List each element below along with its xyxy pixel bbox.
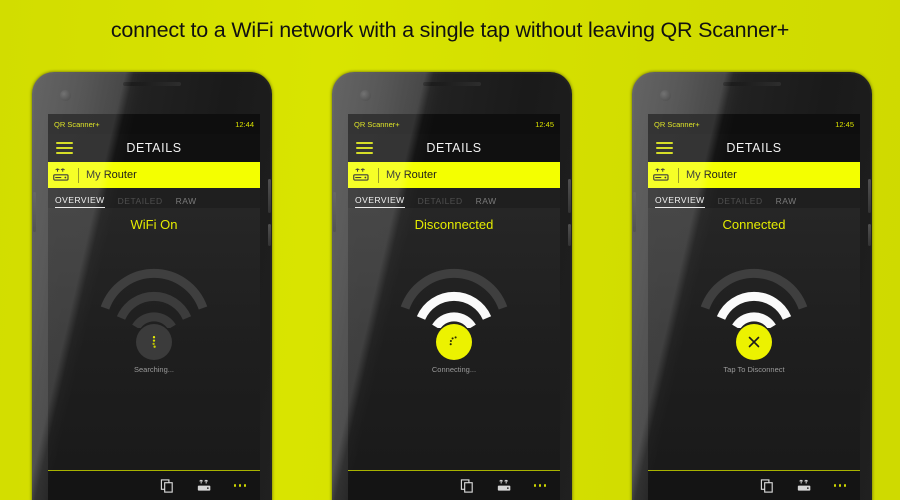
front-camera-icon	[60, 90, 71, 101]
connection-status-text: Disconnected	[414, 217, 494, 232]
clock-label: 12:45	[535, 119, 554, 129]
side-button-left[interactable]	[33, 192, 36, 232]
wifi-arcs-icon	[400, 268, 508, 328]
ssid-label: My Router	[686, 169, 737, 181]
phone-screen-1: QR Scanner+ 12:44 DETAILS My Router OVER…	[48, 114, 260, 500]
earpiece-speaker	[723, 82, 781, 86]
status-bar: QR Scanner+ 12:44	[48, 114, 260, 134]
overview-content: WiFi On Searching...	[48, 208, 260, 470]
ssid-label: My Router	[86, 169, 137, 181]
phone-mockup-2: QR Scanner+ 12:45 DETAILS My Router OVER…	[332, 72, 572, 500]
power-button[interactable]	[268, 224, 271, 246]
spinner-icon	[152, 336, 156, 348]
wifi-arcs-icon	[100, 268, 208, 328]
ssid-bar[interactable]: My Router	[348, 162, 560, 188]
tab-bar: OVERVIEW DETAILED RAW	[348, 188, 560, 208]
spinner-icon	[449, 336, 457, 346]
more-ellipsis-icon[interactable]	[233, 484, 246, 487]
more-ellipsis-icon[interactable]	[533, 484, 546, 487]
side-button-left[interactable]	[333, 192, 336, 232]
tab-raw[interactable]: RAW	[776, 196, 797, 208]
connection-status-text: Connected	[722, 217, 786, 232]
volume-button[interactable]	[868, 179, 871, 213]
action-label: Searching...	[133, 365, 175, 374]
tab-detailed[interactable]: DETAILED	[418, 196, 463, 208]
tab-raw[interactable]: RAW	[176, 196, 197, 208]
volume-button[interactable]	[268, 179, 271, 213]
power-button[interactable]	[868, 224, 871, 246]
overview-content: Disconnected Connecting...	[348, 208, 560, 470]
connection-status-text: WiFi On	[130, 217, 178, 232]
search-spinner-button[interactable]	[136, 324, 172, 360]
ssid-bar[interactable]: My Router	[648, 162, 860, 188]
title-bar: DETAILS	[348, 134, 560, 162]
side-button-left[interactable]	[633, 192, 636, 232]
volume-button[interactable]	[568, 179, 571, 213]
tab-bar: OVERVIEW DETAILED RAW	[48, 188, 260, 208]
close-x-icon	[748, 336, 760, 348]
ssid-divider	[78, 167, 79, 183]
ssid-divider	[678, 167, 679, 183]
app-bar	[648, 470, 860, 500]
router-icon	[353, 167, 369, 181]
app-bar	[348, 470, 560, 500]
phone-screen-2: QR Scanner+ 12:45 DETAILS My Router OVER…	[348, 114, 560, 500]
phone-body: QR Scanner+ 12:45 DETAILS My Router OVER…	[333, 74, 571, 500]
action-label: Tap To Disconnect	[723, 365, 785, 374]
earpiece-speaker	[423, 82, 481, 86]
tab-raw[interactable]: RAW	[476, 196, 497, 208]
phone-body: QR Scanner+ 12:44 DETAILS My Router OVER…	[33, 74, 271, 500]
phone-screen-3: QR Scanner+ 12:45 DETAILS My Router OVER…	[648, 114, 860, 500]
clock-label: 12:44	[235, 119, 254, 129]
ssid-bar[interactable]: My Router	[48, 162, 260, 188]
tab-detailed[interactable]: DETAILED	[118, 196, 163, 208]
tab-overview[interactable]: OVERVIEW	[55, 195, 105, 208]
title-bar: DETAILS	[48, 134, 260, 162]
front-camera-icon	[360, 90, 371, 101]
wifi-arcs-icon	[700, 268, 808, 328]
overview-content: Connected Tap To Disconnect	[648, 208, 860, 470]
ssid-divider	[378, 167, 379, 183]
tab-overview[interactable]: OVERVIEW	[655, 195, 705, 208]
clock-label: 12:45	[835, 119, 854, 129]
tab-bar: OVERVIEW DETAILED RAW	[648, 188, 860, 208]
page-title: DETAILS	[126, 141, 182, 155]
more-ellipsis-icon[interactable]	[833, 484, 846, 487]
front-camera-icon	[660, 90, 671, 101]
headline-text: connect to a WiFi network with a single …	[110, 17, 790, 42]
disconnect-button[interactable]	[736, 324, 772, 360]
phone-body: QR Scanner+ 12:45 DETAILS My Router OVER…	[633, 74, 871, 500]
page-title: DETAILS	[426, 141, 482, 155]
earpiece-speaker	[123, 82, 181, 86]
copy-icon[interactable]	[460, 478, 475, 494]
router-icon	[53, 167, 69, 181]
app-bar	[48, 470, 260, 500]
router-wifi-icon[interactable]	[197, 478, 212, 494]
router-wifi-icon[interactable]	[497, 478, 512, 494]
app-name-label: QR Scanner+	[54, 119, 100, 129]
connecting-spinner-button[interactable]	[436, 324, 472, 360]
ssid-label: My Router	[386, 169, 437, 181]
app-name-label: QR Scanner+	[354, 119, 400, 129]
power-button[interactable]	[568, 224, 571, 246]
status-bar: QR Scanner+ 12:45	[648, 114, 860, 134]
copy-icon[interactable]	[760, 478, 775, 494]
tab-detailed[interactable]: DETAILED	[718, 196, 763, 208]
copy-icon[interactable]	[160, 478, 175, 494]
phone-mockup-1: QR Scanner+ 12:44 DETAILS My Router OVER…	[32, 72, 272, 500]
page-title: DETAILS	[726, 141, 782, 155]
tab-overview[interactable]: OVERVIEW	[355, 195, 405, 208]
title-bar: DETAILS	[648, 134, 860, 162]
status-bar: QR Scanner+ 12:45	[348, 114, 560, 134]
app-name-label: QR Scanner+	[654, 119, 700, 129]
phone-mockup-3: QR Scanner+ 12:45 DETAILS My Router OVER…	[632, 72, 872, 500]
action-label: Connecting...	[431, 365, 477, 374]
router-icon	[653, 167, 669, 181]
router-wifi-icon[interactable]	[797, 478, 812, 494]
